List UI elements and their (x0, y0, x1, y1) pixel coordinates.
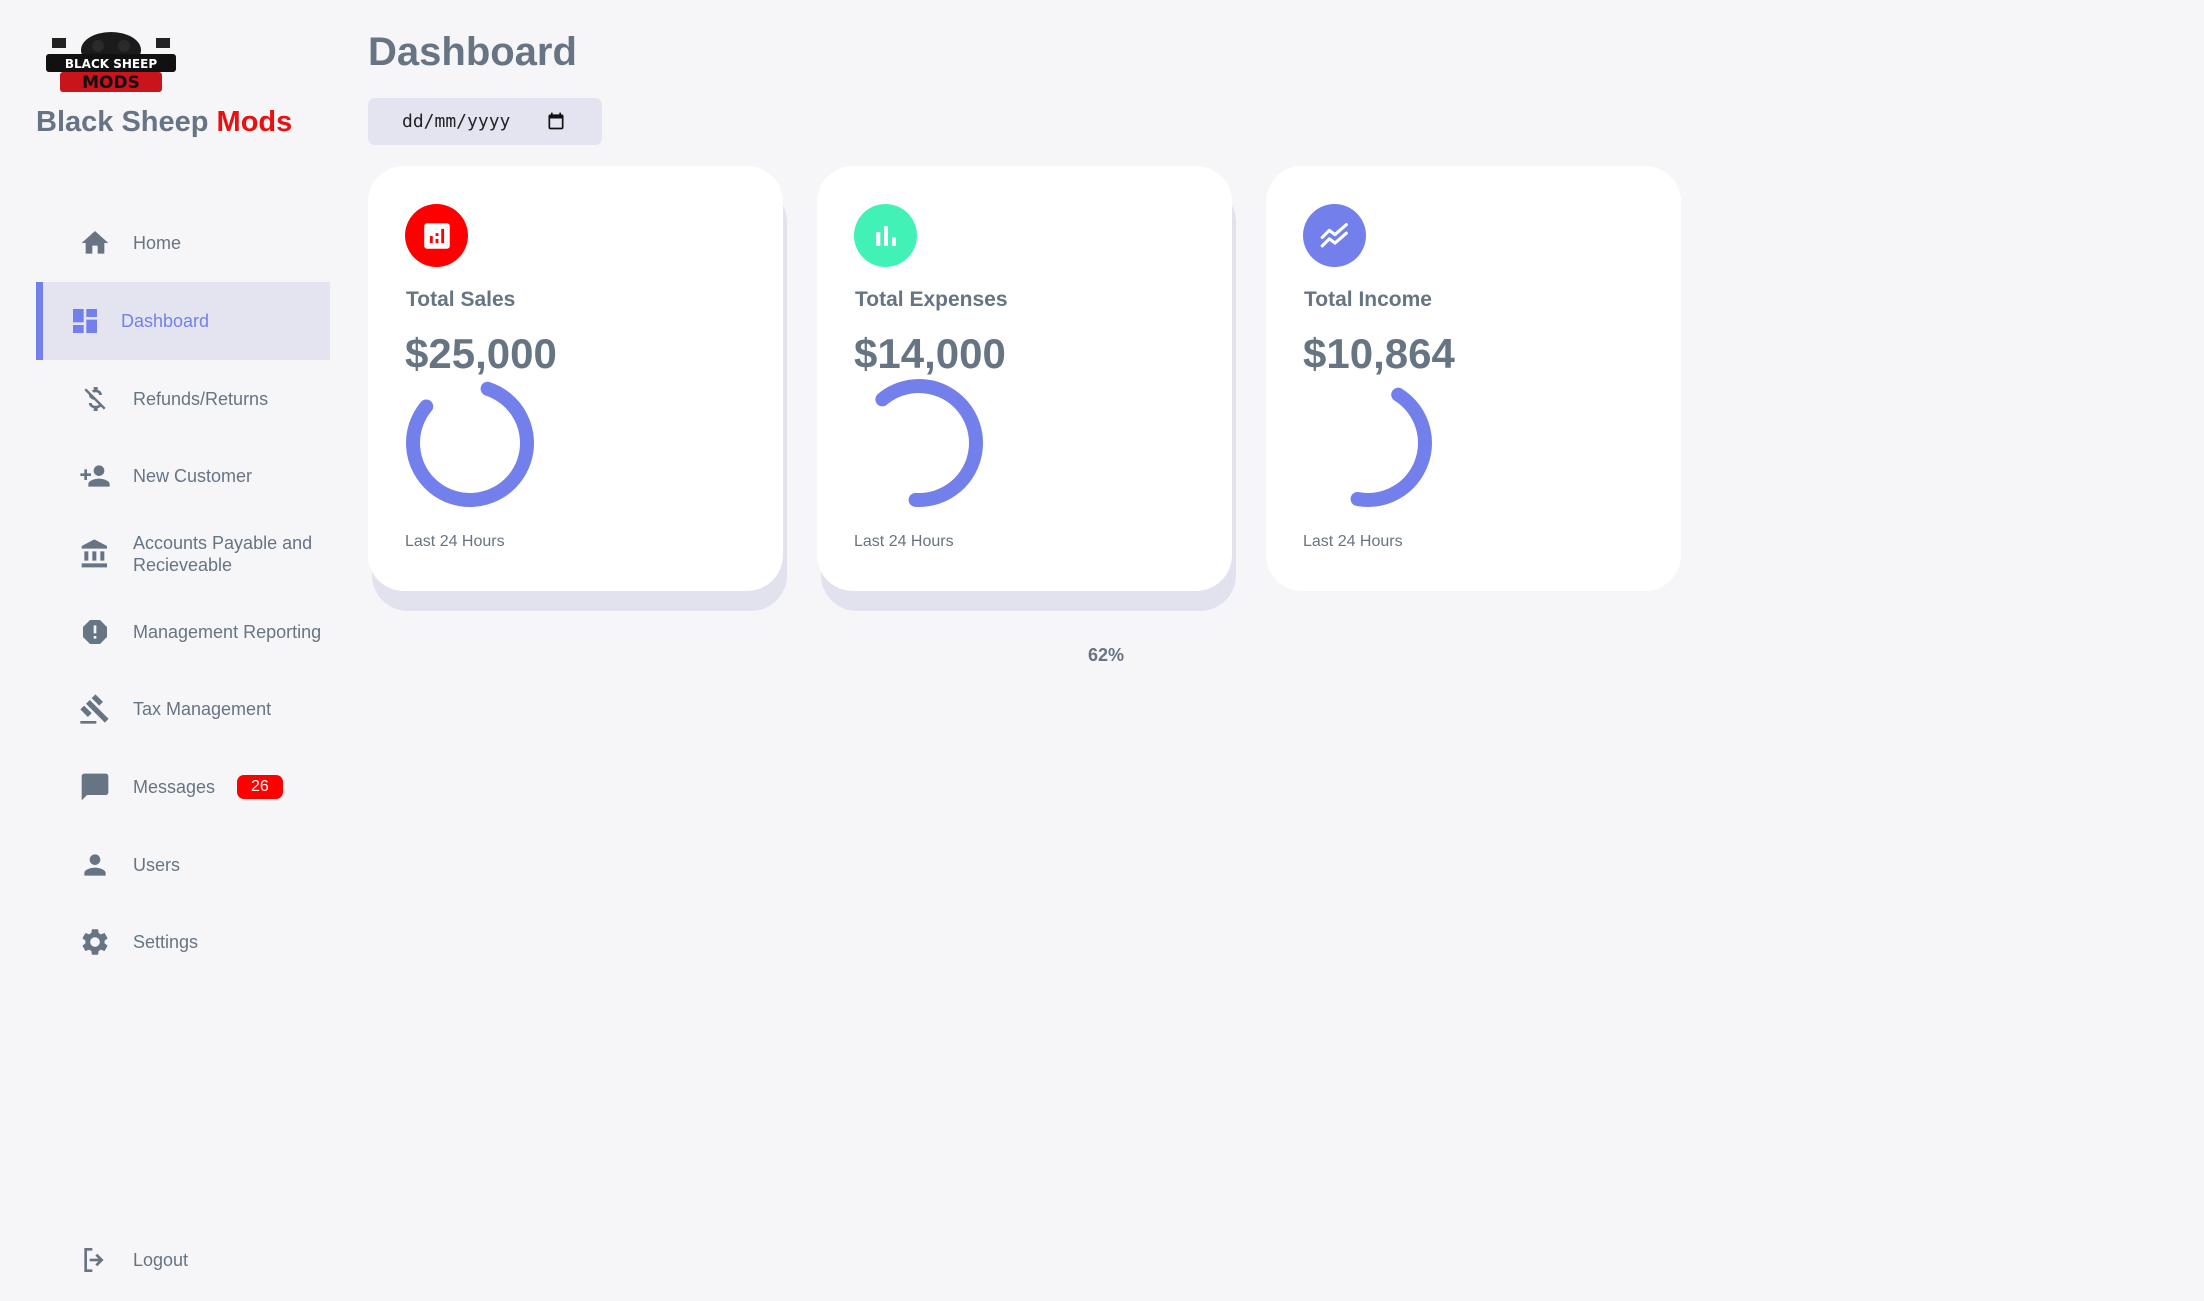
money-off-icon (79, 383, 111, 415)
sidebar-item-accounts[interactable]: Accounts Payable and Recieveable (36, 515, 330, 593)
card-label: Total Expenses (855, 288, 1008, 311)
sidebar-item-label: Management Reporting (133, 622, 322, 642)
date-input-placeholder: dd/mm/yyyy (402, 111, 511, 132)
progress-ring (406, 379, 534, 507)
person-icon (79, 849, 111, 881)
logout-icon (79, 1244, 111, 1276)
date-input[interactable]: dd/mm/yyyy (368, 98, 602, 145)
gavel-icon (79, 693, 111, 725)
sidebar-item-users[interactable]: Users (36, 826, 330, 904)
progress-percent: 62% (1088, 645, 1125, 665)
person-add-icon (79, 460, 111, 492)
sidebar-item-refunds[interactable]: Refunds/Returns (36, 360, 330, 438)
progress-ring (855, 378, 983, 507)
logout-label: Logout (133, 1250, 189, 1270)
logout-button[interactable]: Logout (36, 1221, 330, 1299)
total-income-card: Total Income $10,864 Last 24 Hours (1266, 166, 1681, 591)
chat-icon (79, 771, 111, 803)
card-label: Total Sales (406, 288, 516, 311)
calendar-icon[interactable] (546, 111, 566, 131)
card-footer: Last 24 Hours (854, 533, 954, 550)
sidebar-item-management-reporting[interactable]: Management Reporting (36, 593, 330, 671)
card-label: Total Income (1304, 288, 1432, 311)
analytics-icon (405, 204, 468, 267)
dashboard-icon (69, 305, 101, 337)
progress-ring-arc (406, 379, 534, 507)
card-footer: Last 24 Hours (1303, 533, 1403, 550)
message-count-badge: 26 (237, 775, 283, 799)
sidebar-item-settings[interactable]: Settings (36, 903, 330, 981)
sidebar-item-label: Refunds/Returns (133, 389, 269, 409)
brand-name: Black Sheep Mods (36, 106, 293, 138)
settings-icon (79, 926, 111, 958)
sidebar-item-label: Settings (133, 932, 199, 952)
home-icon (79, 227, 111, 259)
sidebar-item-label: Messages (133, 777, 216, 797)
card-value: $14,000 (854, 330, 1006, 377)
svg-text:BLACK SHEEP: BLACK SHEEP (65, 57, 157, 71)
sidebar: BLACK SHEEP MODS Black Sheep Mods Home D… (0, 0, 340, 1301)
stocks-icon (1303, 204, 1366, 267)
total-expenses-card: Total Expenses $14,000 Last 24 Hours (817, 166, 1232, 591)
sidebar-item-tax-management[interactable]: Tax Management (36, 670, 330, 748)
bank-icon (79, 538, 111, 570)
sidebar-item-dashboard[interactable]: Dashboard (36, 282, 330, 360)
sidebar-item-label: Accounts Payable and Recieveable (133, 533, 313, 575)
brand-logo[interactable]: BLACK SHEEP MODS (46, 28, 176, 94)
sidebar-item-label: Dashboard (121, 311, 210, 331)
sidebar-item-messages[interactable]: Messages 26 (36, 748, 330, 826)
page-title: Dashboard (368, 30, 577, 74)
sidebar-item-home[interactable]: Home (36, 204, 330, 282)
progress-ring-arc (855, 378, 983, 507)
sidebar-item-label: Tax Management (133, 699, 272, 719)
total-sales-card: Total Sales $25,000 Last 24 Hours (368, 166, 783, 591)
report-icon (79, 616, 111, 648)
sidebar-item-label: Users (133, 855, 181, 875)
sidebar-item-new-customer[interactable]: New Customer (36, 437, 330, 515)
sidebar-item-label: New Customer (133, 466, 253, 486)
bar-chart-icon (854, 204, 917, 267)
card-value: $25,000 (405, 330, 557, 377)
card-footer: Last 24 Hours (405, 533, 505, 550)
svg-text:MODS: MODS (82, 73, 140, 93)
progress-ring-arc (1304, 379, 1432, 507)
sidebar-item-label: Home (133, 233, 182, 253)
progress-ring (1304, 379, 1432, 507)
card-value: $10,864 (1303, 330, 1455, 377)
